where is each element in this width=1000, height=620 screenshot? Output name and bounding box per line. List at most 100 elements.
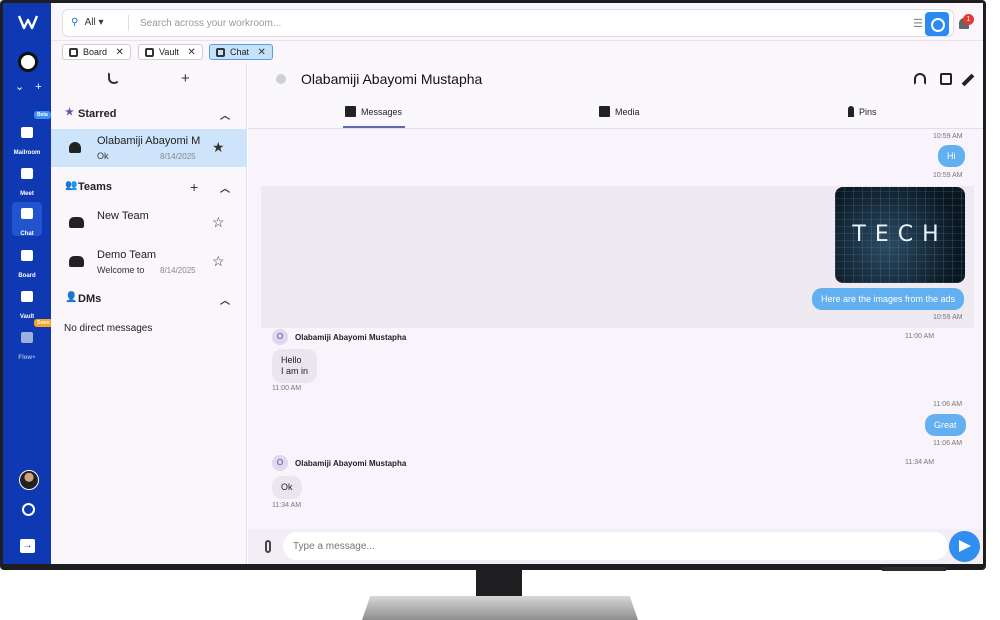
chat-subtabs: Messages Media Pins bbox=[248, 95, 983, 129]
close-icon[interactable]: ✕ bbox=[187, 47, 195, 58]
add-team-icon[interactable]: + bbox=[190, 179, 198, 195]
chevron-up-icon[interactable]: ︿ bbox=[220, 180, 230, 195]
copy-icon[interactable] bbox=[940, 73, 952, 85]
user-avatar[interactable] bbox=[19, 470, 39, 490]
outgoing-message[interactable]: Hi bbox=[938, 145, 965, 167]
message-timestamp: 10:59 AM bbox=[933, 133, 963, 140]
open-app-tabs: Board ✕ Vault ✕ Chat ✕ bbox=[51, 41, 983, 63]
rail-item-label: Vault bbox=[19, 314, 35, 320]
rail-item-label: Meet bbox=[20, 191, 34, 197]
logout-icon[interactable]: → bbox=[20, 539, 35, 553]
workspace-avatar[interactable] bbox=[18, 52, 38, 72]
message-timestamp: 11:34 AM bbox=[905, 459, 935, 466]
brand-logo-icon[interactable] bbox=[18, 14, 38, 30]
close-icon[interactable]: ✕ bbox=[116, 47, 124, 58]
video-icon bbox=[21, 168, 33, 179]
tab-vault[interactable]: Vault ✕ bbox=[138, 44, 203, 60]
star-outline-icon[interactable]: ☆ bbox=[212, 214, 225, 231]
headset-icon[interactable] bbox=[914, 73, 926, 85]
section-title: Teams bbox=[78, 181, 113, 193]
vault-icon bbox=[145, 48, 154, 57]
tab-label: Media bbox=[615, 107, 640, 117]
filter-icon[interactable]: ☰ bbox=[913, 17, 923, 30]
app-rail: ⌄ + Beta Mailroom Meet Chat Board Vault … bbox=[3, 3, 53, 564]
star-icon: ★ bbox=[65, 107, 74, 118]
message-line: I am in bbox=[281, 366, 309, 376]
tab-label: Vault bbox=[159, 47, 179, 57]
tab-messages[interactable]: Messages bbox=[342, 106, 406, 128]
monitor-bezel-tab bbox=[882, 567, 946, 571]
workspace-add-icon[interactable]: + bbox=[35, 81, 41, 93]
incoming-message[interactable]: Hello I am in bbox=[272, 349, 318, 383]
conversation-preview: Welcome to Demo Team bbox=[97, 265, 145, 275]
tab-board[interactable]: Board ✕ bbox=[62, 44, 131, 60]
mailroom-icon bbox=[21, 127, 33, 138]
conversation-name: Demo Team bbox=[97, 249, 157, 261]
rail-item-chat[interactable]: Chat bbox=[12, 202, 42, 237]
edit-icon[interactable] bbox=[961, 73, 975, 87]
rail-item-board[interactable]: Board bbox=[12, 244, 42, 279]
star-outline-icon[interactable]: ☆ bbox=[212, 253, 225, 270]
paperclip-icon[interactable] bbox=[265, 540, 271, 553]
sender-name: Olabamiji Abayomi Mustapha bbox=[295, 459, 407, 468]
search-divider bbox=[128, 15, 129, 31]
outgoing-message[interactable]: Great bbox=[925, 414, 966, 436]
incoming-message[interactable]: Ok bbox=[272, 476, 302, 499]
tech-image-attachment[interactable]: TECH bbox=[835, 187, 965, 283]
monitor-stand bbox=[362, 596, 638, 620]
pin-icon bbox=[848, 106, 854, 117]
list-item[interactable]: Demo Team Welcome to Demo Team 8/14/2025… bbox=[51, 243, 247, 281]
tab-media[interactable]: Media bbox=[599, 106, 640, 117]
search-input[interactable]: Search across your workroom... bbox=[140, 18, 281, 29]
new-conversation-icon[interactable]: + bbox=[181, 70, 190, 87]
section-title: Starred bbox=[78, 108, 117, 120]
chevron-up-icon[interactable]: ︿ bbox=[220, 292, 230, 307]
search-scope-select[interactable]: ⚲ All ▾ bbox=[71, 17, 104, 28]
sidebar-actions: + bbox=[51, 63, 247, 95]
rail-item-label: Board bbox=[18, 273, 36, 279]
rail-item-mailroom[interactable]: Mailroom bbox=[12, 121, 42, 156]
rail-item-flow[interactable]: Flow+ bbox=[12, 326, 42, 361]
rail-item-vault[interactable]: Vault bbox=[12, 285, 42, 320]
vault-icon bbox=[21, 291, 33, 302]
phone-icon[interactable] bbox=[108, 72, 120, 84]
tab-pins[interactable]: Pins bbox=[848, 106, 877, 117]
rail-item-label: Mailroom bbox=[13, 150, 41, 156]
message-input[interactable] bbox=[283, 532, 948, 560]
avatar[interactable]: O bbox=[272, 455, 288, 471]
starred-section-header[interactable]: ★ Starred ︿ bbox=[51, 106, 247, 124]
message-line: Hello bbox=[281, 355, 302, 365]
app-screen: ⌄ + Beta Mailroom Meet Chat Board Vault … bbox=[3, 3, 983, 564]
rail-item-meet[interactable]: Meet bbox=[12, 162, 42, 197]
quick-chat-button[interactable] bbox=[925, 12, 949, 36]
message-timestamp: 11:00 AM bbox=[905, 333, 935, 340]
outgoing-message[interactable]: Here are the images from the ads bbox=[812, 288, 965, 310]
monitor-neck bbox=[476, 569, 522, 599]
dms-section-header[interactable]: 👤 DMs ︿ bbox=[51, 291, 247, 309]
star-icon[interactable]: ★ bbox=[212, 139, 225, 156]
teams-section-header[interactable]: 👥 Teams + ︿ bbox=[51, 179, 247, 197]
avatar[interactable]: O bbox=[272, 329, 288, 345]
chevron-up-icon[interactable]: ︿ bbox=[220, 107, 230, 122]
monitor-frame: ⌄ + Beta Mailroom Meet Chat Board Vault … bbox=[0, 0, 1000, 620]
board-icon bbox=[21, 250, 33, 261]
conversation-name: Olabamiji Abayomi Mustapha bbox=[97, 135, 201, 147]
group-icon bbox=[69, 256, 84, 267]
status-icon[interactable] bbox=[22, 503, 35, 516]
close-icon[interactable]: ✕ bbox=[258, 47, 266, 58]
conversation-date: 8/14/2025 bbox=[160, 266, 196, 275]
beta-badge: Beta bbox=[34, 111, 51, 119]
list-item[interactable]: New Team ☆ bbox=[51, 204, 247, 242]
tab-label: Chat bbox=[230, 47, 250, 57]
avatar[interactable] bbox=[276, 74, 286, 84]
global-search[interactable]: ⚲ All ▾ Search across your workroom... ☰ bbox=[62, 9, 954, 37]
search-icon: ⚲ bbox=[71, 17, 79, 28]
send-button[interactable] bbox=[949, 531, 980, 562]
board-icon bbox=[69, 48, 78, 57]
top-bar: ⚲ All ▾ Search across your workroom... ☰… bbox=[51, 3, 983, 41]
list-item[interactable]: Olabamiji Abayomi Mustapha Ok 8/14/2025 … bbox=[51, 129, 247, 167]
tab-chat[interactable]: Chat ✕ bbox=[209, 44, 273, 60]
message-timestamp: 11:06 AM bbox=[933, 440, 963, 447]
message-icon bbox=[345, 106, 356, 117]
workspace-switch-icon[interactable]: ⌄ bbox=[15, 81, 24, 93]
